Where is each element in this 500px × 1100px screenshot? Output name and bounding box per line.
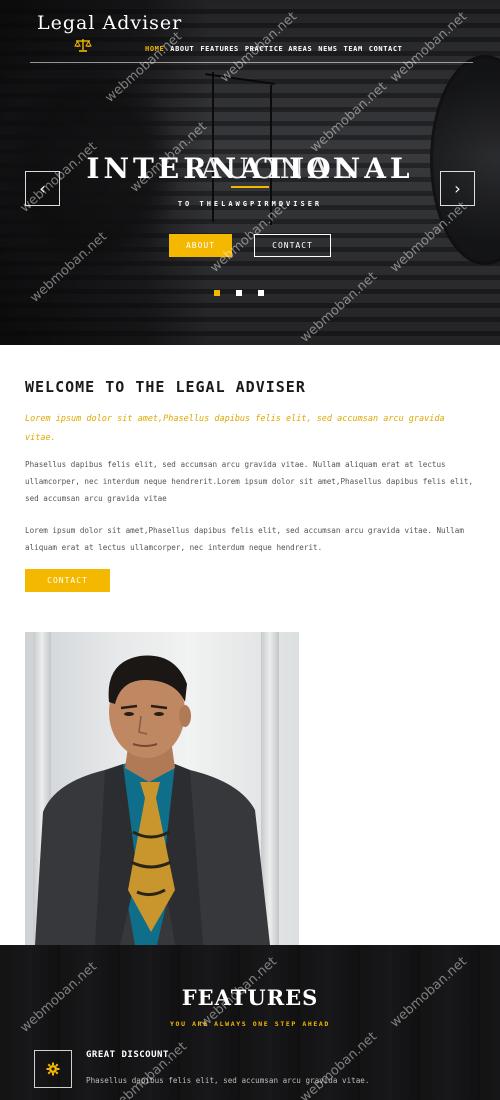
feature-title: GREAT DISCOUNT bbox=[86, 1050, 169, 1060]
next-slide-button[interactable]: › bbox=[440, 171, 475, 206]
contact-button[interactable]: CONTACT bbox=[25, 569, 110, 592]
chevron-right-icon: › bbox=[454, 179, 461, 198]
brand-logo-text[interactable]: Legal Adviser bbox=[37, 12, 182, 34]
welcome-lead: Lorem ipsum dolor sit amet,Phasellus dap… bbox=[25, 414, 445, 443]
lawyer-photo bbox=[25, 632, 299, 945]
slide-dot-2[interactable] bbox=[236, 290, 242, 296]
hero-contact-button[interactable]: CONTACT bbox=[254, 234, 331, 257]
gear-icon bbox=[46, 1062, 60, 1076]
nav-item-about[interactable]: ABOUT bbox=[170, 45, 194, 53]
nav-item-home[interactable]: HOME bbox=[145, 45, 164, 53]
main-nav: HOME ABOUT FEATURES PRACTICE AREAS NEWS … bbox=[145, 45, 403, 53]
slide-dot-3[interactable] bbox=[258, 290, 264, 296]
slide-dot-1[interactable] bbox=[214, 290, 220, 296]
welcome-paragraph-1: Phasellus dapibus felis elit, sed accums… bbox=[25, 460, 474, 503]
nav-item-contact[interactable]: CONTACT bbox=[369, 45, 403, 53]
features-title: FEATURES bbox=[181, 985, 319, 1010]
feature-text: Phasellus dapibus felis elit, sed accums… bbox=[86, 1076, 370, 1085]
nav-divider bbox=[30, 62, 473, 63]
prev-slide-button[interactable]: ‹ bbox=[25, 171, 60, 206]
nav-item-news[interactable]: NEWS bbox=[318, 45, 337, 53]
hero-title-underline bbox=[231, 186, 269, 188]
scales-icon bbox=[74, 39, 92, 52]
nav-item-features[interactable]: FEATURES bbox=[200, 45, 239, 53]
lawyer-portrait bbox=[35, 655, 270, 945]
nav-item-practice-areas[interactable]: PRACTICE AREAS bbox=[245, 45, 312, 53]
hero-subtitle: TO THELAWGPIRMDVISER bbox=[177, 200, 323, 208]
features-subtitle: YOU ARE ALWAYS ONE STEP AHEAD bbox=[170, 1020, 330, 1028]
nav-item-team[interactable]: TEAM bbox=[344, 45, 363, 53]
slider-pagination bbox=[214, 290, 264, 296]
chevron-left-icon: ‹ bbox=[39, 179, 46, 198]
hero-title-transition: AUONAL bbox=[200, 152, 356, 185]
features-section: FEATURES YOU ARE ALWAYS ONE STEP AHEAD G… bbox=[0, 945, 500, 1100]
welcome-title: WELCOME TO THE LEGAL ADVISER bbox=[25, 378, 306, 396]
feature-icon-box bbox=[34, 1050, 72, 1088]
hero-slider: Legal Adviser HOME ABOUT FEATURES PRACTI… bbox=[0, 0, 500, 345]
about-button[interactable]: ABOUT bbox=[169, 234, 232, 257]
welcome-paragraph-2: Lorem ipsum dolor sit amet,Phasellus dap… bbox=[25, 526, 464, 552]
